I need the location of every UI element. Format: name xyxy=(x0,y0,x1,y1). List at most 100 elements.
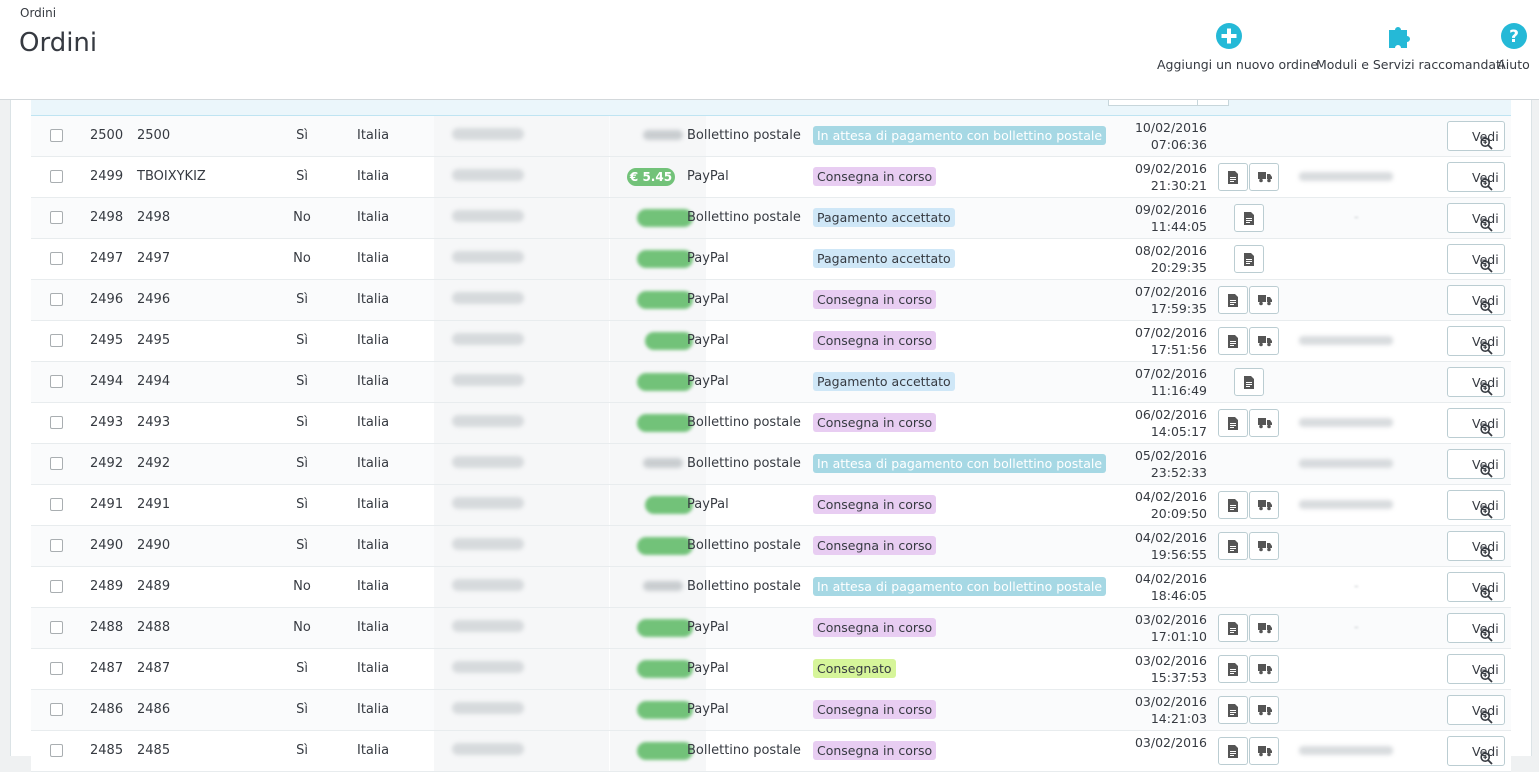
invoice-button[interactable] xyxy=(1218,532,1248,560)
row-select-checkbox[interactable] xyxy=(50,498,63,511)
delivery-slip-button[interactable] xyxy=(1249,286,1279,314)
total-badge-redacted xyxy=(637,742,693,760)
view-order-button[interactable]: Vedi xyxy=(1447,572,1505,602)
order-date-time: 20:29:35 xyxy=(1150,260,1207,275)
table-row[interactable]: 2485 2485 Sì Italia Bollettino postale Conseg… xyxy=(31,731,1511,772)
breadcrumb[interactable]: Ordini xyxy=(20,6,56,20)
table-row[interactable]: 2487 2487 Sì Italia PayPal Consegnato 03/02/20… xyxy=(31,649,1511,690)
row-select-checkbox[interactable] xyxy=(50,580,63,593)
view-order-button[interactable]: Vedi xyxy=(1447,736,1505,766)
help-button[interactable]: ? Aiuto xyxy=(1496,22,1531,72)
customer-name-redacted xyxy=(452,743,524,755)
table-row[interactable]: 2492 2492 Sì Italia Bollettino postale In att… xyxy=(31,444,1511,485)
view-order-button[interactable]: Vedi xyxy=(1447,408,1505,438)
view-order-button[interactable]: Vedi xyxy=(1447,449,1505,479)
order-date-day: 04/02/2016 xyxy=(1134,489,1207,504)
invoice-button[interactable] xyxy=(1218,327,1248,355)
order-date: 07/02/2016 11:16:49 xyxy=(1111,365,1207,399)
view-order-button[interactable]: Vedi xyxy=(1447,121,1505,151)
table-row[interactable]: 2496 2496 Sì Italia PayPal Consegna in corso 0… xyxy=(31,280,1511,321)
table-row[interactable]: 2491 2491 Sì Italia PayPal Consegna in corso 0… xyxy=(31,485,1511,526)
new-client-value: No xyxy=(293,579,311,594)
invoice-button[interactable] xyxy=(1218,491,1248,519)
page-title: Ordini xyxy=(19,28,98,58)
table-row[interactable]: 2486 2486 Sì Italia PayPal Consegna in corso 0… xyxy=(31,690,1511,731)
row-select-checkbox[interactable] xyxy=(50,539,63,552)
add-new-order-button[interactable]: Aggiungi un nuovo ordine xyxy=(1157,22,1318,72)
table-row[interactable]: 2499 TBOIXYKIZ Sì Italia € 5.45 PayPal Consegn… xyxy=(31,157,1511,198)
delivery-slip-button[interactable] xyxy=(1249,163,1279,191)
table-row[interactable]: 2489 2489 No Italia Bollettino postale In att… xyxy=(31,567,1511,608)
view-order-button[interactable]: Vedi xyxy=(1447,326,1505,356)
row-select-checkbox[interactable] xyxy=(50,662,63,675)
order-date: 03/02/2016 xyxy=(1111,734,1207,751)
order-status-badge: In attesa di pagamento con bollettino po… xyxy=(813,454,1107,473)
row-select-checkbox[interactable] xyxy=(50,375,63,388)
row-select-checkbox[interactable] xyxy=(50,457,63,470)
invoice-button[interactable] xyxy=(1218,409,1248,437)
invoice-button[interactable] xyxy=(1218,696,1248,724)
table-row[interactable]: 2493 2493 Sì Italia Bollettino postale Conseg… xyxy=(31,403,1511,444)
table-row[interactable]: 2500 2500 Sì Italia Bollettino postale In att… xyxy=(31,116,1511,157)
table-row[interactable]: 2488 2488 No Italia PayPal Consegna in corso 0… xyxy=(31,608,1511,649)
delivery-slip-button[interactable] xyxy=(1249,532,1279,560)
order-date: 07/02/2016 17:59:35 xyxy=(1111,283,1207,317)
view-order-button[interactable]: Vedi xyxy=(1447,244,1505,274)
total-badge-redacted xyxy=(637,701,693,719)
invoice-button[interactable] xyxy=(1218,737,1248,765)
invoice-button[interactable] xyxy=(1234,368,1264,396)
search-button[interactable] xyxy=(1108,100,1198,106)
order-date-time: 17:51:56 xyxy=(1150,342,1207,357)
new-client-value: No xyxy=(293,251,311,266)
order-id: 2487 xyxy=(90,661,124,676)
delivery-slip-button[interactable] xyxy=(1249,655,1279,683)
view-order-button[interactable]: Vedi xyxy=(1447,613,1505,643)
new-client-value: Sì xyxy=(296,456,308,471)
view-order-button[interactable]: Vedi xyxy=(1447,695,1505,725)
order-date: 08/02/2016 20:29:35 xyxy=(1111,242,1207,276)
view-order-button[interactable]: Vedi xyxy=(1447,203,1505,233)
delivery-slip-button[interactable] xyxy=(1249,327,1279,355)
invoice-button[interactable] xyxy=(1218,163,1248,191)
reset-button[interactable] xyxy=(1197,100,1229,106)
row-select-checkbox[interactable] xyxy=(50,170,63,183)
view-order-button[interactable]: Vedi xyxy=(1447,654,1505,684)
invoice-button[interactable] xyxy=(1218,286,1248,314)
total-badge-redacted xyxy=(645,496,693,514)
total-redacted xyxy=(643,130,683,140)
row-select-checkbox[interactable] xyxy=(50,744,63,757)
table-row[interactable]: 2490 2490 Sì Italia Bollettino postale Conseg… xyxy=(31,526,1511,567)
view-order-button[interactable]: Vedi xyxy=(1447,531,1505,561)
row-select-checkbox[interactable] xyxy=(50,334,63,347)
invoice-button[interactable] xyxy=(1234,204,1264,232)
view-order-button[interactable]: Vedi xyxy=(1447,285,1505,315)
row-select-checkbox[interactable] xyxy=(50,129,63,142)
payment-method: PayPal xyxy=(687,702,729,717)
row-select-checkbox[interactable] xyxy=(50,293,63,306)
order-date-day: 08/02/2016 xyxy=(1134,243,1207,258)
row-select-checkbox[interactable] xyxy=(50,252,63,265)
orders-table-panel: 2500 2500 Sì Italia Bollettino postale In att… xyxy=(10,100,1532,772)
row-select-checkbox[interactable] xyxy=(50,703,63,716)
table-row[interactable]: 2494 2494 Sì Italia PayPal Pagamento accettat… xyxy=(31,362,1511,403)
row-select-checkbox[interactable] xyxy=(50,211,63,224)
invoice-button[interactable] xyxy=(1218,655,1248,683)
view-order-button[interactable]: Vedi xyxy=(1447,162,1505,192)
invoice-button[interactable] xyxy=(1218,614,1248,642)
total-redacted xyxy=(643,581,683,591)
delivery-slip-button[interactable] xyxy=(1249,696,1279,724)
table-row[interactable]: 2495 2495 Sì Italia PayPal Consegna in corso 0… xyxy=(31,321,1511,362)
view-order-button[interactable]: Vedi xyxy=(1447,367,1505,397)
delivery-slip-button[interactable] xyxy=(1249,491,1279,519)
delivery-slip-button[interactable] xyxy=(1249,409,1279,437)
total-badge: € 5.45 xyxy=(627,168,675,186)
view-order-button[interactable]: Vedi xyxy=(1447,490,1505,520)
delivery-slip-button[interactable] xyxy=(1249,737,1279,765)
invoice-button[interactable] xyxy=(1234,245,1264,273)
recommended-modules-button[interactable]: Moduli e Servizi raccomandati xyxy=(1316,22,1504,72)
table-row[interactable]: 2498 2498 No Italia Bollettino postale Pagame… xyxy=(31,198,1511,239)
table-row[interactable]: 2497 2497 No Italia PayPal Pagamento accettat… xyxy=(31,239,1511,280)
row-select-checkbox[interactable] xyxy=(50,621,63,634)
row-select-checkbox[interactable] xyxy=(50,416,63,429)
delivery-slip-button[interactable] xyxy=(1249,614,1279,642)
